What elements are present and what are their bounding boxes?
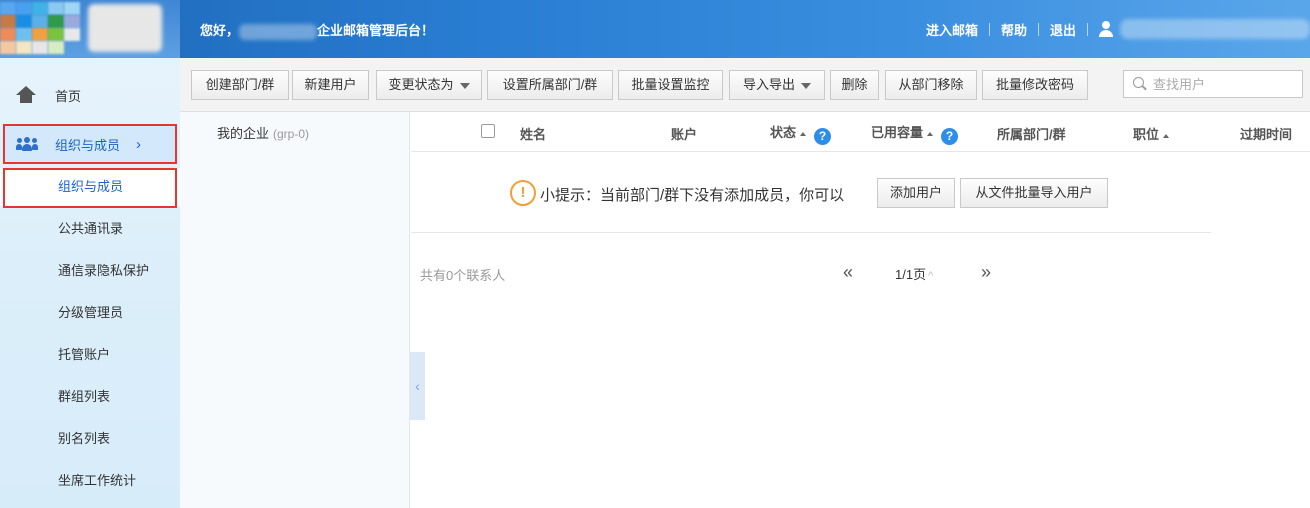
annotation-box-8 bbox=[3, 168, 177, 208]
collapse-panel-handle[interactable]: ‹ bbox=[410, 352, 425, 420]
caret-up-icon: ^ bbox=[928, 270, 934, 282]
add-user-button[interactable]: 添加用户 bbox=[877, 178, 955, 208]
search-box[interactable] bbox=[1123, 70, 1303, 98]
batch-monitor-button[interactable]: 批量设置监控 bbox=[618, 70, 723, 100]
table-header: 姓名 账户 状态? 已用容量? 所属部门/群 职位 过期时间 bbox=[411, 112, 1310, 152]
sidebar-subitem-managed-accounts[interactable]: 托管账户 bbox=[0, 336, 180, 374]
column-status[interactable]: 状态? bbox=[770, 122, 832, 145]
help-icon[interactable]: ? bbox=[814, 128, 832, 145]
column-dept: 所属部门/群 bbox=[997, 127, 1066, 142]
prev-page-button[interactable]: « bbox=[843, 262, 853, 283]
header-nav: 进入邮箱 帮助 退出 bbox=[915, 19, 1310, 39]
sidebar-subitem-alias-list[interactable]: 别名列表 bbox=[0, 420, 180, 458]
remove-from-dept-button[interactable]: 从部门移除 bbox=[885, 70, 977, 100]
set-dept-button[interactable]: 设置所属部门/群 bbox=[487, 70, 613, 100]
greeting-prefix: 您好， bbox=[200, 23, 240, 38]
tree-node-code: (grp-0) bbox=[273, 127, 310, 141]
column-status-label: 状态 bbox=[770, 125, 797, 140]
sidebar-subitem-public-contacts[interactable]: 公共通讯录 bbox=[0, 210, 180, 248]
search-icon bbox=[1133, 77, 1147, 91]
tree-node-label: 我的企业 bbox=[217, 126, 270, 141]
sidebar-subitem-group-list[interactable]: 群组列表 bbox=[0, 378, 180, 416]
sidebar-subitem-contacts-privacy[interactable]: 通信录隐私保护 bbox=[0, 252, 180, 290]
column-name: 姓名 bbox=[520, 127, 547, 142]
page-indicator[interactable]: 1/1页 ^ bbox=[895, 264, 933, 283]
column-position-label: 职位 bbox=[1133, 127, 1160, 142]
select-all-checkbox[interactable] bbox=[481, 124, 495, 138]
empty-tip-text: 小提示：当前部门/群下没有添加成员，你可以 bbox=[540, 187, 845, 204]
sidebar-item-home[interactable]: 首页 bbox=[0, 76, 180, 114]
sort-icon bbox=[800, 131, 807, 136]
next-page-button[interactable]: » bbox=[981, 262, 991, 283]
greeting-suffix: 企业邮箱管理后台！ bbox=[317, 23, 435, 38]
contact-count: 共有0个联系人 bbox=[420, 268, 506, 283]
import-users-button[interactable]: 从文件批量导入用户 bbox=[960, 178, 1108, 208]
delete-button[interactable]: 删除 bbox=[830, 70, 879, 100]
nav-divider bbox=[1087, 22, 1088, 36]
create-dept-button[interactable]: 创建部门/群 bbox=[191, 70, 289, 100]
tree-node-my-enterprise[interactable]: 我的企业 (grp-0) bbox=[217, 123, 309, 142]
search-input[interactable] bbox=[1153, 76, 1293, 92]
column-position[interactable]: 职位 bbox=[1133, 124, 1170, 143]
import-export-label: 导入导出 bbox=[742, 77, 795, 92]
import-export-dropdown[interactable]: 导入导出 bbox=[729, 70, 825, 100]
sort-icon bbox=[1163, 133, 1170, 138]
warning-icon: ! bbox=[510, 180, 536, 206]
logo-area bbox=[0, 0, 180, 58]
toolbar: 创建部门/群 新建用户 变更状态为 设置所属部门/群 批量设置监控 导入导出 删… bbox=[180, 58, 1310, 112]
column-expiry: 过期时间 bbox=[1240, 127, 1293, 142]
help-link[interactable]: 帮助 bbox=[990, 20, 1038, 39]
annotation-box-7 bbox=[3, 124, 177, 164]
column-used-capacity[interactable]: 已用容量? bbox=[871, 122, 959, 145]
logout-link[interactable]: 退出 bbox=[1039, 20, 1087, 39]
sidebar-subitem-agent-stats[interactable]: 坐席工作统计 bbox=[0, 462, 180, 500]
caret-down-icon bbox=[801, 82, 811, 89]
page-number: 1/1页 bbox=[895, 267, 927, 282]
sidebar-subitem-sub-admins[interactable]: 分级管理员 bbox=[0, 294, 180, 332]
empty-tip-row: ! 小提示：当前部门/群下没有添加成员，你可以 添加用户 从文件批量导入用户 bbox=[411, 152, 1211, 233]
company-logo[interactable] bbox=[0, 0, 170, 58]
caret-down-icon bbox=[459, 82, 470, 89]
change-status-dropdown[interactable]: 变更状态为 bbox=[376, 70, 482, 100]
enter-mailbox-link[interactable]: 进入邮箱 bbox=[915, 20, 989, 39]
chevron-left-icon: ‹ bbox=[415, 378, 420, 394]
redacted-username[interactable] bbox=[1120, 19, 1310, 39]
help-icon[interactable]: ? bbox=[941, 128, 959, 145]
org-tree-panel: 我的企业 (grp-0) bbox=[180, 112, 410, 508]
sort-icon bbox=[927, 131, 934, 136]
home-icon bbox=[16, 86, 36, 104]
new-user-button[interactable]: 新建用户 bbox=[292, 70, 369, 100]
user-icon[interactable] bbox=[1098, 21, 1114, 37]
greeting: 您好， 企业邮箱管理后台！ bbox=[200, 20, 434, 40]
batch-password-button[interactable]: 批量修改密码 bbox=[982, 70, 1088, 100]
column-capacity-label: 已用容量 bbox=[871, 125, 924, 140]
sidebar-item-label: 首页 bbox=[55, 88, 82, 104]
change-status-label: 变更状态为 bbox=[388, 77, 454, 92]
top-header: 您好， 企业邮箱管理后台！ 进入邮箱 帮助 退出 bbox=[0, 0, 1310, 58]
column-account: 账户 bbox=[671, 127, 698, 142]
redacted-company-name bbox=[239, 23, 318, 40]
